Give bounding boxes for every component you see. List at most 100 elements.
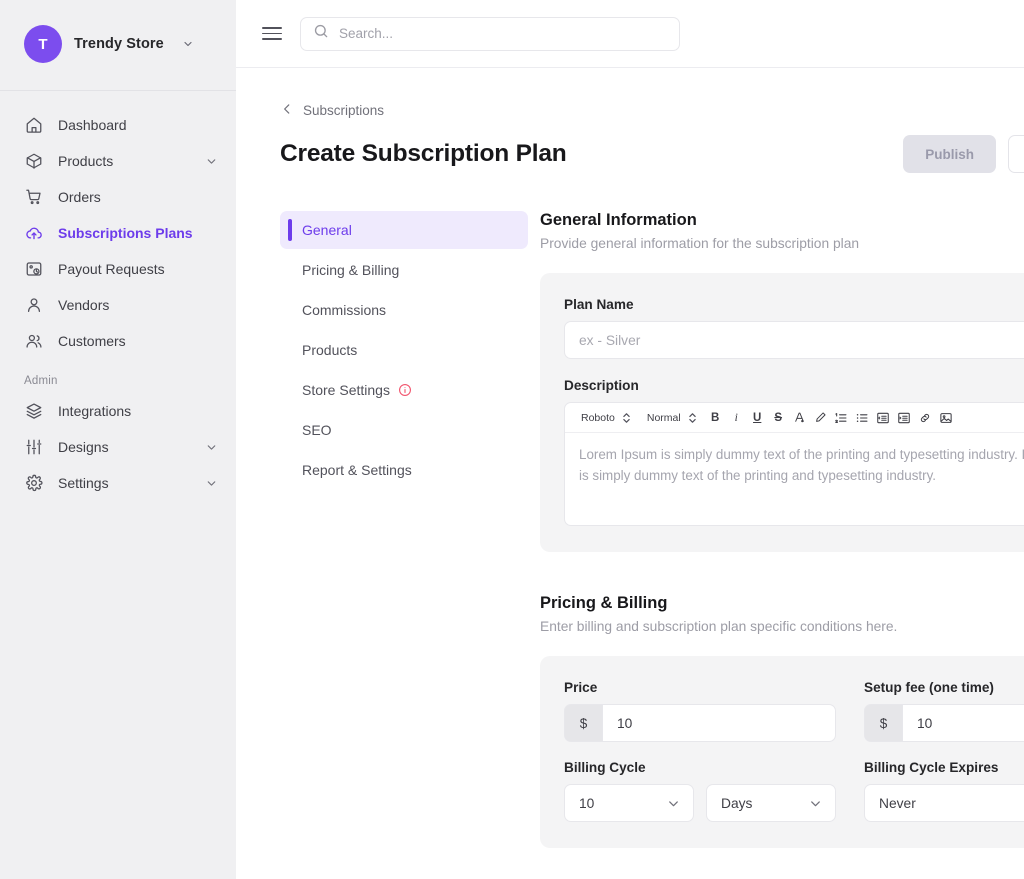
tab-report-settings[interactable]: Report & Settings (280, 451, 528, 489)
sidebar-item-integrations[interactable]: Integrations (0, 393, 236, 429)
highlight-pen-icon[interactable] (811, 408, 830, 428)
tab-store-settings[interactable]: Store Settings (280, 371, 528, 409)
sidebar-item-subscriptions-plans[interactable]: Subscriptions Plans (0, 215, 236, 251)
avatar: T (24, 25, 62, 63)
tab-seo[interactable]: SEO (280, 411, 528, 449)
indent-increase-icon[interactable] (895, 408, 914, 428)
indent-decrease-icon[interactable] (874, 408, 893, 428)
billing-cycle-expires-input[interactable] (864, 784, 1024, 822)
tab-products[interactable]: Products (280, 331, 528, 369)
sliders-icon (24, 437, 44, 457)
currency-symbol: $ (864, 704, 902, 742)
chevron-down-icon (666, 796, 681, 811)
font-family-value: Roboto (581, 412, 615, 424)
sidebar-item-label: Integrations (58, 403, 218, 419)
plan-name-label: Plan Name (564, 297, 1024, 312)
price-label: Price (564, 680, 836, 695)
italic-icon[interactable]: i (727, 408, 746, 428)
tab-label: General (302, 222, 352, 238)
setup-fee-label: Setup fee (one time) (864, 680, 1024, 695)
general-information-section: General Information Provide general info… (540, 211, 1024, 552)
font-size-value: Normal (647, 412, 681, 424)
general-information-card: Plan Name Description Roboto (540, 273, 1024, 552)
sidebar-item-label: Customers (58, 333, 218, 349)
publish-button[interactable]: Publish (903, 135, 996, 173)
sidebar-item-designs[interactable]: Designs (0, 429, 236, 465)
tab-label: Store Settings (302, 382, 390, 398)
chevron-down-icon (205, 155, 218, 168)
page-header: Create Subscription Plan Publish (280, 135, 1024, 173)
font-family-select[interactable]: Roboto (573, 411, 639, 425)
chevron-left-icon (280, 102, 294, 119)
tab-label: Products (302, 342, 357, 358)
description-field: Description Roboto (564, 378, 1024, 526)
stepper-icon (688, 411, 697, 425)
billing-cycle-count-select[interactable]: 10 (564, 784, 694, 822)
billing-cycle-unit-select[interactable]: Days (706, 784, 836, 822)
link-icon[interactable] (916, 408, 935, 428)
billing-cycle-count-value: 10 (579, 796, 594, 811)
rich-text-editor[interactable]: Roboto Normal (564, 402, 1024, 526)
setup-fee-column: Setup fee (one time) $ Billing Cycle Exp… (864, 680, 1024, 822)
strikethrough-icon[interactable]: S (769, 408, 788, 428)
search-icon (313, 23, 329, 44)
sidebar-item-label: Products (58, 153, 191, 169)
text-color-icon[interactable] (790, 408, 809, 428)
section-title: Pricing & Billing (540, 594, 1024, 613)
sidebar-item-vendors[interactable]: Vendors (0, 287, 236, 323)
description-text[interactable]: Lorem Ipsum is simply dummy text of the … (565, 433, 1024, 525)
setup-fee-field[interactable]: $ (864, 704, 1024, 742)
brand-switcher[interactable]: T Trendy Store (0, 0, 236, 68)
pricing-billing-section: Pricing & Billing Enter billing and subs… (540, 594, 1024, 848)
font-size-select[interactable]: Normal (639, 411, 705, 425)
description-label: Description (564, 378, 1024, 393)
main-area: Subscriptions Create Subscription Plan P… (236, 0, 1024, 879)
sidebar-item-products[interactable]: Products (0, 143, 236, 179)
app-root: T Trendy Store Dashboard Products (0, 0, 1024, 879)
tab-label: Commissions (302, 302, 386, 318)
ordered-list-icon[interactable] (832, 408, 851, 428)
cloud-upload-icon (24, 223, 44, 243)
payout-icon (24, 259, 44, 279)
breadcrumb[interactable]: Subscriptions (280, 102, 1024, 119)
search-box[interactable] (300, 17, 680, 51)
plan-name-input[interactable] (564, 321, 1024, 359)
chevron-down-icon (205, 441, 218, 454)
sidebar-item-customers[interactable]: Customers (0, 323, 236, 359)
sidebar-item-orders[interactable]: Orders (0, 179, 236, 215)
tab-commissions[interactable]: Commissions (280, 291, 528, 329)
unordered-list-icon[interactable] (853, 408, 872, 428)
users-icon (24, 331, 44, 351)
sidebar-item-label: Payout Requests (58, 261, 218, 277)
billing-cycle-field: Billing Cycle 10 (564, 760, 836, 822)
search-input[interactable] (339, 26, 667, 41)
page-title: Create Subscription Plan (280, 140, 567, 168)
header-actions: Publish (903, 135, 1024, 173)
sidebar-section-admin: Admin (0, 359, 236, 393)
tab-label: Pricing & Billing (302, 262, 399, 278)
price-field[interactable]: $ (564, 704, 836, 742)
page-content: Subscriptions Create Subscription Plan P… (236, 68, 1024, 879)
tab-general[interactable]: General (280, 211, 528, 249)
sidebar-item-dashboard[interactable]: Dashboard (0, 107, 236, 143)
bold-icon[interactable]: B (706, 408, 725, 428)
tab-pricing-billing[interactable]: Pricing & Billing (280, 251, 528, 289)
section-subtitle: Provide general information for the subs… (540, 236, 1024, 251)
sidebar-item-payout-requests[interactable]: Payout Requests (0, 251, 236, 287)
chevron-down-icon (182, 38, 194, 50)
secondary-action-button[interactable] (1008, 135, 1024, 173)
stepper-icon (622, 411, 631, 425)
hamburger-icon[interactable] (262, 27, 282, 40)
price-input[interactable] (602, 704, 836, 742)
section-title: General Information (540, 211, 1024, 230)
image-icon[interactable] (937, 408, 956, 428)
sidebar-item-label: Vendors (58, 297, 218, 313)
topbar (236, 0, 1024, 68)
underline-icon[interactable]: U (748, 408, 767, 428)
editor-toolbar: Roboto Normal (565, 403, 1024, 433)
setup-fee-input[interactable] (902, 704, 1024, 742)
sidebar-item-label: Orders (58, 189, 218, 205)
sidebar-item-settings[interactable]: Settings (0, 465, 236, 501)
tab-label: Report & Settings (302, 462, 412, 478)
section-subtitle: Enter billing and subscription plan spec… (540, 619, 1024, 634)
